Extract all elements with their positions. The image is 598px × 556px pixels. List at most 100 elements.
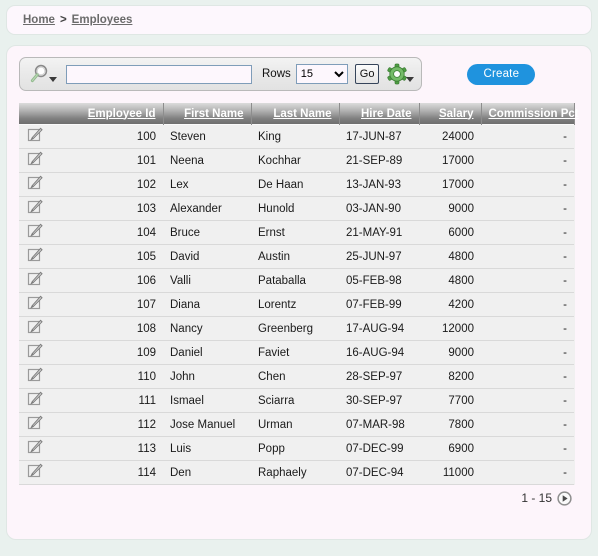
row-edit-button[interactable] (19, 460, 61, 485)
cell-employee-id: 111 (61, 388, 163, 413)
row-edit-button[interactable] (19, 244, 61, 269)
search-input[interactable] (66, 64, 252, 84)
edit-pencil-icon[interactable] (27, 127, 43, 146)
row-edit-button[interactable] (19, 268, 61, 293)
column-header-employee-id[interactable]: Employee Id (61, 103, 164, 125)
cell-commission-pct: - (481, 316, 574, 341)
cell-salary: 4800 (419, 268, 481, 293)
edit-pencil-icon[interactable] (27, 151, 43, 170)
go-button[interactable]: Go (354, 64, 380, 84)
gear-icon[interactable] (386, 63, 415, 85)
row-edit-button[interactable] (19, 364, 61, 389)
edit-pencil-icon[interactable] (27, 463, 43, 482)
breadcrumb-item-home[interactable]: Home (23, 14, 55, 26)
cell-employee-id: 100 (61, 124, 163, 149)
edit-pencil-glyph (27, 271, 43, 286)
edit-pencil-icon[interactable] (27, 271, 43, 290)
employees-table: Employee Id First Name Last Name Hire Da… (19, 103, 579, 485)
edit-pencil-glyph (27, 199, 43, 214)
edit-pencil-glyph (27, 295, 43, 310)
table-row: 106 Valli Pataballa 05-FEB-98 4800- (19, 268, 574, 293)
cell-employee-id: 105 (61, 244, 163, 269)
table-row: 113 Luis Popp 07-DEC-99 6900- (19, 436, 574, 461)
next-page-icon[interactable] (557, 490, 572, 506)
cell-first-name: Lex (163, 172, 251, 197)
row-edit-button[interactable] (19, 172, 61, 197)
edit-pencil-glyph (27, 151, 43, 166)
cell-first-name: Alexander (163, 196, 251, 221)
cell-employee-id: 104 (61, 220, 163, 245)
row-edit-button[interactable] (19, 124, 61, 149)
edit-pencil-icon[interactable] (27, 391, 43, 410)
row-edit-button[interactable] (19, 220, 61, 245)
magnifier-icon[interactable] (27, 63, 59, 85)
edit-pencil-icon[interactable] (27, 199, 43, 218)
row-edit-button[interactable] (19, 436, 61, 461)
table-header-row: Employee Id First Name Last Name Hire Da… (19, 103, 579, 125)
cell-commission-pct: - (481, 220, 574, 245)
cell-employee-id: 108 (61, 316, 163, 341)
edit-pencil-glyph (27, 391, 43, 406)
column-header-hire-date[interactable]: Hire Date (339, 103, 420, 125)
cell-first-name: Bruce (163, 220, 251, 245)
cell-employee-id: 101 (61, 148, 163, 173)
cell-first-name: Jose Manuel (163, 412, 251, 437)
cell-commission-pct: - (481, 172, 574, 197)
cell-hire-date: 05-FEB-98 (339, 268, 419, 293)
table-row: 107 Diana Lorentz 07-FEB-99 4200- (19, 292, 574, 317)
cell-salary: 9000 (419, 340, 481, 365)
row-edit-button[interactable] (19, 316, 61, 341)
cell-last-name: Faviet (251, 340, 339, 365)
table-row: 100 Steven King 17-JUN-87 24000- (19, 124, 574, 149)
cell-first-name: Valli (163, 268, 251, 293)
search-bar: Rows 15 Go (19, 57, 423, 91)
edit-pencil-icon[interactable] (27, 223, 43, 242)
column-header-last-name[interactable]: Last Name (251, 103, 340, 125)
cell-first-name: Nancy (163, 316, 251, 341)
edit-pencil-icon[interactable] (27, 415, 43, 434)
create-button[interactable]: Create (467, 63, 536, 85)
row-edit-button[interactable] (19, 412, 61, 437)
row-edit-button[interactable] (19, 292, 61, 317)
cell-salary: 6000 (419, 220, 481, 245)
row-edit-button[interactable] (19, 148, 61, 173)
column-header-first-name[interactable]: First Name (163, 103, 252, 125)
edit-pencil-icon[interactable] (27, 319, 43, 338)
cell-first-name: Ismael (163, 388, 251, 413)
breadcrumb: Home > Employees (6, 5, 592, 35)
cell-last-name: Chen (251, 364, 339, 389)
table-row: 111 Ismael Sciarra 30-SEP-97 7700- (19, 388, 574, 413)
cell-first-name: Den (163, 460, 251, 485)
edit-pencil-icon[interactable] (27, 343, 43, 362)
cell-employee-id: 106 (61, 268, 163, 293)
edit-pencil-icon[interactable] (27, 247, 43, 266)
cell-commission-pct: - (481, 292, 574, 317)
edit-pencil-glyph (27, 367, 43, 382)
cell-hire-date: 07-FEB-99 (339, 292, 419, 317)
cell-employee-id: 109 (61, 340, 163, 365)
cell-last-name: Kochhar (251, 148, 339, 173)
cell-commission-pct: - (481, 460, 574, 485)
column-header-commission-pct[interactable]: Commission Pct (481, 103, 579, 125)
edit-pencil-icon[interactable] (27, 439, 43, 458)
pagination: 1 - 15 (19, 485, 574, 511)
cell-salary: 11000 (419, 460, 481, 485)
pagination-range: 1 - 15 (521, 491, 552, 505)
table-row: 103 Alexander Hunold 03-JAN-90 9000- (19, 196, 574, 221)
cell-first-name: Steven (163, 124, 251, 149)
row-edit-button[interactable] (19, 388, 61, 413)
cell-commission-pct: - (481, 148, 574, 173)
edit-pencil-glyph (27, 463, 43, 478)
cell-commission-pct: - (481, 268, 574, 293)
row-edit-button[interactable] (19, 340, 61, 365)
rows-select[interactable]: 15 (295, 64, 348, 84)
cell-hire-date: 28-SEP-97 (339, 364, 419, 389)
edit-pencil-icon[interactable] (27, 175, 43, 194)
row-edit-button[interactable] (19, 196, 61, 221)
edit-pencil-icon[interactable] (27, 295, 43, 314)
column-header-salary[interactable]: Salary (419, 103, 482, 125)
breadcrumb-item-employees[interactable]: Employees (72, 14, 133, 26)
edit-pencil-icon[interactable] (27, 367, 43, 386)
cell-last-name: Sciarra (251, 388, 339, 413)
cell-employee-id: 113 (61, 436, 163, 461)
